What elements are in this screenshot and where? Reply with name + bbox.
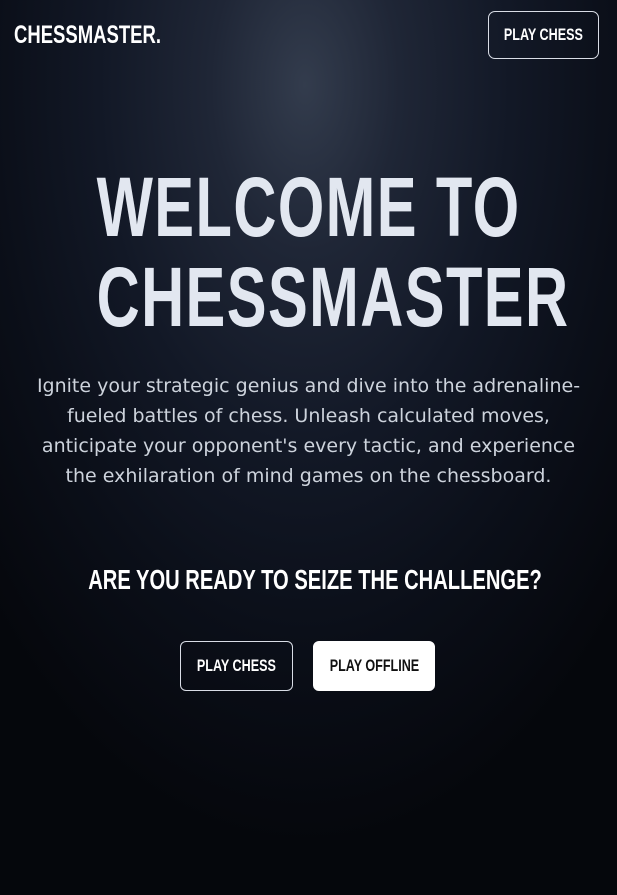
play-chess-button[interactable]: PLAY CHESS [180, 641, 293, 691]
hero-title-line-1-text: WELCOME TO [96, 160, 521, 254]
header-play-chess-label: PLAY CHESS [503, 25, 583, 44]
hero-title-line-1: WELCOME TO [0, 162, 617, 252]
site-logo[interactable]: CHESSMASTER. [14, 18, 161, 52]
hero-description: Ignite your strategic genius and dive in… [36, 375, 581, 487]
challenge-heading: ARE YOU READY TO SEIZE THE CHALLENGE? [0, 562, 617, 598]
play-chess-button-label: PLAY CHESS [196, 656, 276, 675]
header-play-chess-button[interactable]: PLAY CHESS [488, 11, 599, 59]
hero-title-line-2-text: CHESSMASTER [96, 250, 570, 344]
challenge-heading-text: ARE YOU READY TO SEIZE THE CHALLENGE? [88, 564, 542, 595]
play-offline-button[interactable]: PLAY OFFLINE [313, 641, 435, 691]
hero-title-line-2: CHESSMASTER [0, 252, 617, 342]
play-offline-button-label: PLAY OFFLINE [329, 656, 419, 675]
